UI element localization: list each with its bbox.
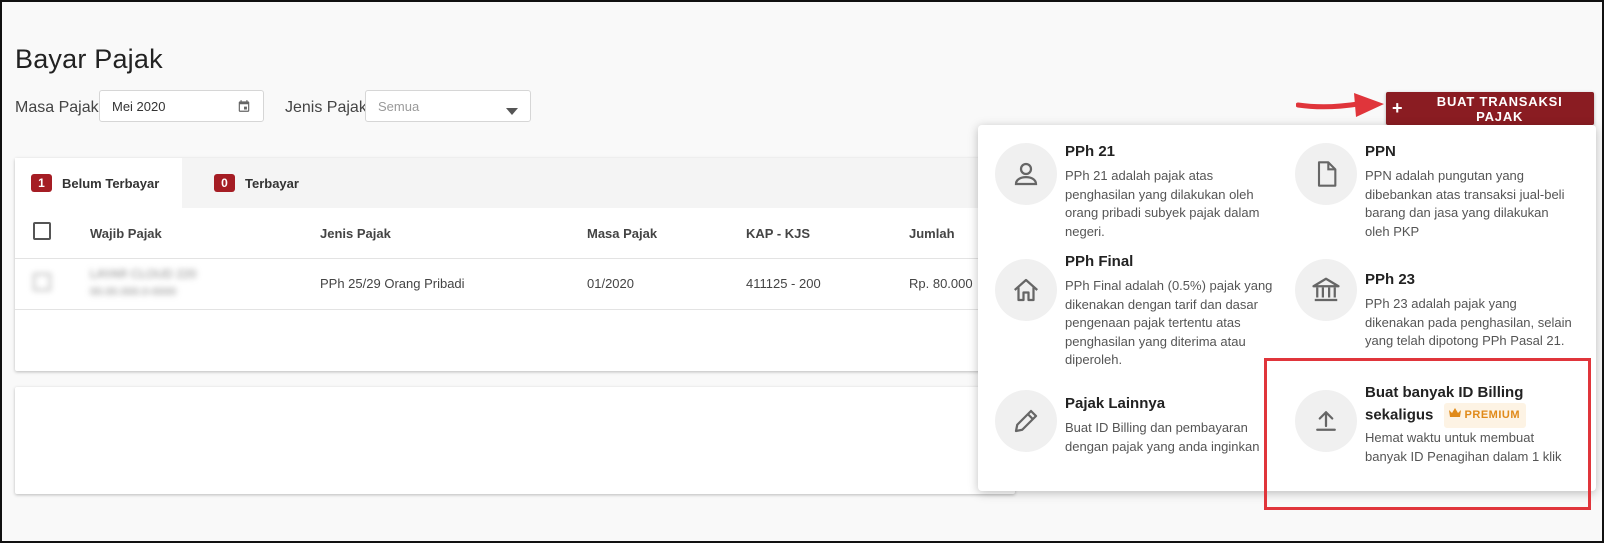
wajib-pajak-name: LAYAR CLOUD 220 (90, 267, 197, 281)
chevron-down-icon (506, 103, 518, 118)
tab-belum-terbayar[interactable]: 1 Belum Terbayar (15, 158, 182, 208)
masa-pajak-value: Mei 2020 (112, 98, 166, 114)
status-tabs: 1 Belum Terbayar 0 Terbayar (15, 158, 1015, 208)
menu-option-ppn[interactable]: PPN PPN adalah pungutan yang dibebankan … (1278, 125, 1578, 251)
page-title: Bayar Pajak (15, 44, 163, 74)
column-header[interactable]: Jenis Pajak (320, 226, 391, 241)
red-arrow-annotation (1296, 93, 1384, 117)
tax-list-card: 1 Belum Terbayar 0 Terbayar Wajib Pajak … (15, 158, 1015, 371)
calendar-icon[interactable] (237, 99, 251, 116)
option-title: PPh Final (1065, 253, 1134, 270)
secondary-card (15, 387, 1015, 494)
jenis-pajak-placeholder: Semua (378, 98, 420, 114)
option-description: PPh 21 adalah pajak atas penghasilan yan… (1065, 168, 1260, 239)
option-description: PPh Final adalah (0.5%) pajak yang diken… (1065, 278, 1273, 367)
home-icon (995, 259, 1057, 321)
jenis-pajak-cell: PPh 25/29 Orang Pribadi (320, 276, 465, 291)
option-title: PPh 23 (1365, 271, 1416, 288)
wajib-pajak-npwp: 00.00.000.0-0000 (90, 286, 177, 298)
option-title: PPh 21 (1065, 143, 1116, 160)
tab-terbayar[interactable]: 0 Terbayar (198, 158, 299, 208)
pencil-icon (995, 390, 1057, 452)
tab-label: Belum Terbayar (62, 175, 160, 191)
masa-pajak-field[interactable]: Mei 2020 (99, 90, 264, 122)
menu-option-pph-final[interactable]: PPh Final PPh Final adalah (0.5%) pajak … (978, 251, 1278, 379)
column-header[interactable]: KAP - KJS (746, 226, 810, 241)
jenis-pajak-label: Jenis Pajak (285, 99, 367, 116)
bank-icon (1295, 259, 1357, 321)
select-all-checkbox[interactable] (33, 222, 51, 240)
jenis-pajak-select[interactable]: Semua (365, 90, 531, 122)
option-description: PPh 23 adalah pajak yang dikenakan pada … (1365, 296, 1572, 348)
option-title: Pajak Lainnya (1065, 395, 1166, 412)
row-checkbox[interactable] (33, 273, 51, 291)
create-tax-transaction-label: BUAT TRANSAKSI PAJAK (1436, 93, 1563, 124)
option-description: Buat ID Billing dan pembayaran dengan pa… (1065, 420, 1260, 454)
jumlah-cell: Rp. 80.000 (909, 276, 973, 291)
tab-label: Terbayar (245, 175, 299, 191)
table-header: Wajib Pajak Jenis Pajak Masa Pajak KAP -… (15, 208, 1015, 259)
menu-option-pph21[interactable]: PPh 21 PPh 21 adalah pajak atas penghasi… (978, 125, 1278, 251)
tab-count-badge: 1 (31, 174, 52, 192)
column-header[interactable]: Jumlah (909, 226, 955, 241)
column-header[interactable]: Masa Pajak (587, 226, 657, 241)
table-row[interactable]: LAYAR CLOUD 220 00.00.000.0-0000 PPh 25/… (15, 259, 1015, 310)
red-highlight-box (1264, 358, 1591, 510)
document-icon (1295, 143, 1357, 205)
option-description: PPN adalah pungutan yang dibebankan atas… (1365, 168, 1565, 239)
plus-icon: + (1392, 98, 1404, 118)
masa-pajak-cell: 01/2020 (587, 276, 634, 291)
column-header[interactable]: Wajib Pajak (90, 226, 162, 241)
option-title: PPN (1365, 143, 1396, 160)
menu-option-pajak-lainnya[interactable]: Pajak Lainnya Buat ID Billing dan pembay… (978, 379, 1278, 491)
tab-count-badge: 0 (214, 174, 235, 192)
masa-pajak-label: Masa Pajak (15, 99, 99, 116)
person-icon (995, 143, 1057, 205)
create-tax-transaction-button[interactable]: + BUAT TRANSAKSI PAJAK (1386, 92, 1594, 125)
kap-kjs-cell: 411125 - 200 (746, 276, 821, 291)
